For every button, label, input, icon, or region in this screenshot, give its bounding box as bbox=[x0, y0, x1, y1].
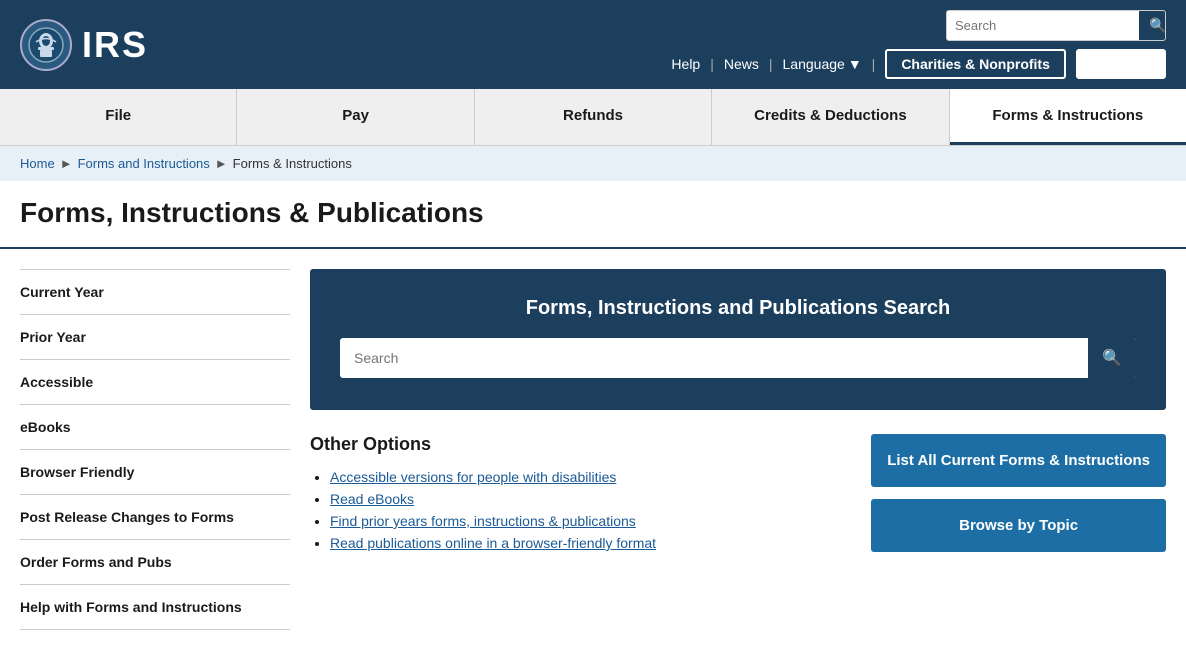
news-link[interactable]: News bbox=[724, 56, 759, 72]
forms-search-button[interactable]: 🔍 bbox=[1088, 338, 1136, 378]
nav-refunds[interactable]: Refunds bbox=[475, 89, 712, 145]
list-item: Read publications online in a browser-fr… bbox=[330, 535, 851, 551]
chevron-down-icon: ▼ bbox=[848, 56, 862, 72]
other-options-right: List All Current Forms & Instructions Br… bbox=[871, 434, 1166, 552]
site-header: IRS 🔍 Help | News | Language ▼ | Chariti… bbox=[0, 0, 1186, 89]
content-area: Current Year Prior Year Accessible eBook… bbox=[0, 249, 1186, 650]
sidebar-item-post-release[interactable]: Post Release Changes to Forms bbox=[20, 495, 290, 540]
sidebar-item-browser-friendly[interactable]: Browser Friendly bbox=[20, 450, 290, 495]
forms-search-panel: Forms, Instructions and Publications Sea… bbox=[310, 269, 1166, 410]
browse-by-topic-button[interactable]: Browse by Topic bbox=[871, 499, 1166, 552]
header-search-input[interactable] bbox=[947, 13, 1139, 38]
forms-search-input[interactable] bbox=[340, 340, 1088, 376]
other-options-title: Other Options bbox=[310, 434, 851, 455]
prior-years-link[interactable]: Find prior years forms, instructions & p… bbox=[330, 513, 636, 529]
header-right: 🔍 Help | News | Language ▼ | Charities &… bbox=[671, 10, 1166, 79]
list-item: Accessible versions for people with disa… bbox=[330, 469, 851, 485]
nav-divider-2: | bbox=[769, 56, 773, 72]
sidebar-item-order-forms[interactable]: Order Forms and Pubs bbox=[20, 540, 290, 585]
breadcrumb-sep-1: ► bbox=[60, 156, 73, 171]
sidebar-item-help-forms[interactable]: Help with Forms and Instructions bbox=[20, 585, 290, 630]
main-nav: File Pay Refunds Credits & Deductions Fo… bbox=[0, 89, 1186, 146]
other-options-left: Other Options Accessible versions for pe… bbox=[310, 434, 851, 551]
header-nav: Help | News | Language ▼ | Charities & N… bbox=[671, 49, 1166, 79]
help-link[interactable]: Help bbox=[671, 56, 700, 72]
accessible-versions-link[interactable]: Accessible versions for people with disa… bbox=[330, 469, 616, 485]
list-item: Read eBooks bbox=[330, 491, 851, 507]
irs-logo-text: IRS bbox=[82, 24, 148, 66]
list-all-forms-button[interactable]: List All Current Forms & Instructions bbox=[871, 434, 1166, 487]
breadcrumb-forms-instructions[interactable]: Forms and Instructions bbox=[78, 156, 210, 171]
sidebar-item-accessible[interactable]: Accessible bbox=[20, 360, 290, 405]
breadcrumb-current: Forms & Instructions bbox=[233, 156, 352, 171]
header-search[interactable]: 🔍 bbox=[946, 10, 1166, 41]
forms-search-bar[interactable]: 🔍 bbox=[340, 338, 1136, 378]
nav-divider-1: | bbox=[710, 56, 714, 72]
page-title: Forms, Instructions & Publications bbox=[20, 197, 1166, 229]
read-ebooks-link[interactable]: Read eBooks bbox=[330, 491, 414, 507]
nav-forms[interactable]: Forms & Instructions bbox=[950, 89, 1186, 145]
sidebar-item-current-year[interactable]: Current Year bbox=[20, 269, 290, 315]
browser-format-link[interactable]: Read publications online in a browser-fr… bbox=[330, 535, 656, 551]
language-button[interactable]: Language ▼ bbox=[783, 56, 862, 72]
other-options-area: Other Options Accessible versions for pe… bbox=[310, 434, 1166, 552]
logo-area: IRS bbox=[20, 19, 148, 71]
search-panel-title: Forms, Instructions and Publications Sea… bbox=[340, 297, 1136, 320]
sidebar-item-ebooks[interactable]: eBooks bbox=[20, 405, 290, 450]
breadcrumb-sep-2: ► bbox=[215, 156, 228, 171]
nav-divider-3: | bbox=[872, 56, 876, 72]
sidebar-item-prior-year[interactable]: Prior Year bbox=[20, 315, 290, 360]
list-item: Find prior years forms, instructions & p… bbox=[330, 513, 851, 529]
charities-nonprofits-button[interactable]: Charities & Nonprofits bbox=[885, 49, 1066, 79]
page-title-area: Forms, Instructions & Publications bbox=[0, 181, 1186, 249]
nav-pay[interactable]: Pay bbox=[237, 89, 474, 145]
breadcrumb-home[interactable]: Home bbox=[20, 156, 55, 171]
tax-pros-button[interactable]: Tax Pros bbox=[1076, 49, 1166, 79]
other-options-list: Accessible versions for people with disa… bbox=[310, 469, 851, 551]
header-search-button[interactable]: 🔍 bbox=[1139, 11, 1166, 40]
nav-file[interactable]: File bbox=[0, 89, 237, 145]
breadcrumb: Home ► Forms and Instructions ► Forms & … bbox=[0, 146, 1186, 181]
main-content: Forms, Instructions and Publications Sea… bbox=[310, 269, 1166, 552]
nav-credits[interactable]: Credits & Deductions bbox=[712, 89, 949, 145]
sidebar: Current Year Prior Year Accessible eBook… bbox=[20, 269, 290, 630]
irs-seal bbox=[20, 19, 72, 71]
